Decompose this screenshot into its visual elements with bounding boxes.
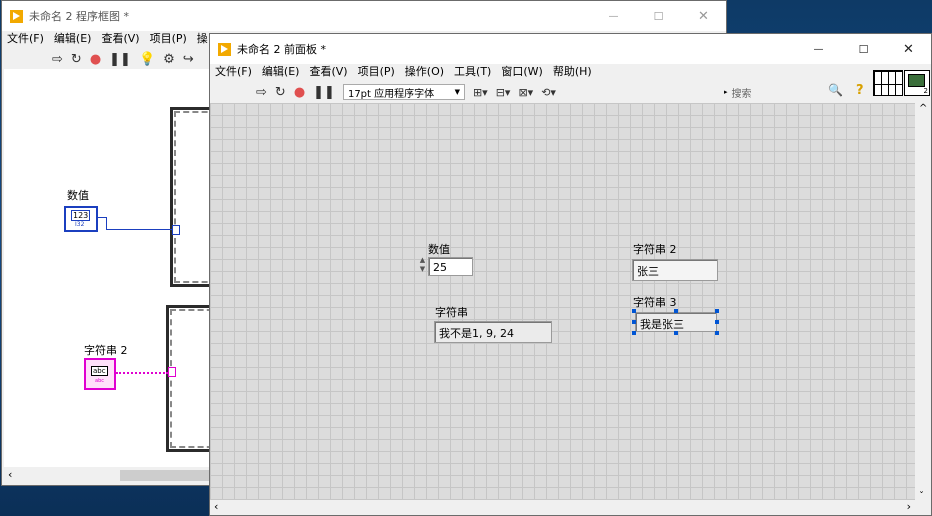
- maximize-button[interactable]: ☐: [636, 1, 681, 31]
- menu-window[interactable]: 窗口(W): [496, 63, 547, 79]
- selection-handle[interactable]: [715, 331, 719, 335]
- selection-handle[interactable]: [715, 320, 719, 324]
- scroll-up-arrow-icon[interactable]: ^: [919, 103, 927, 114]
- numeric-tunnel[interactable]: [172, 225, 180, 235]
- vi-icon-graphic: [908, 74, 925, 87]
- minimize-button[interactable]: —: [796, 34, 841, 64]
- search-placeholder: 搜索: [731, 88, 752, 100]
- menu-file[interactable]: 文件(F): [210, 63, 257, 79]
- string-terminal-type: abc: [95, 378, 104, 384]
- front-panel-window: 未命名 2 前面板 * — ☐ ✕ 文件(F) 编辑(E) 查看(V) 项目(P…: [209, 33, 932, 516]
- resize-objects-icon[interactable]: ⊠▾: [518, 86, 533, 99]
- highlight-execution-icon[interactable]: 💡: [139, 52, 155, 67]
- menu-project[interactable]: 项目(P): [145, 30, 192, 46]
- search-icon[interactable]: 🔍: [828, 83, 843, 97]
- run-arrow-icon[interactable]: ⇨: [52, 52, 63, 67]
- string2-control[interactable]: 张三: [632, 259, 718, 281]
- numeric-wire: [106, 217, 107, 229]
- numeric-control-label: 数值: [428, 243, 450, 256]
- numeric-wire: [98, 217, 106, 218]
- scroll-left-arrow-icon[interactable]: ‹: [8, 468, 12, 481]
- block-diagram-titlebar[interactable]: 未命名 2 程序框图 * — ☐ ✕: [2, 1, 726, 31]
- reorder-icon[interactable]: ⟲▾: [541, 86, 556, 99]
- string-tunnel[interactable]: [168, 367, 176, 377]
- retain-wire-values-icon[interactable]: ⚙: [163, 52, 175, 67]
- labview-logo-icon: [10, 9, 23, 23]
- search-box[interactable]: ▸ 搜索: [724, 84, 844, 100]
- block-window-controls: — ☐ ✕: [591, 1, 726, 31]
- menu-view[interactable]: 查看(V): [304, 63, 352, 79]
- front-panel-canvas[interactable]: 数值 ▲ ▼ 25 字符串 我不是1, 9, 24 字符串 2 张三 字符串 3 …: [210, 103, 915, 500]
- menu-tools[interactable]: 工具(T): [449, 63, 496, 79]
- numeric-increment-decrement[interactable]: ▲ ▼: [418, 256, 427, 276]
- string3-indicator[interactable]: 我是张三: [635, 312, 717, 332]
- vi-icon[interactable]: 2: [904, 70, 930, 96]
- labview-logo-icon: [218, 42, 231, 56]
- font-selector[interactable]: 17pt 应用程序字体 ▼: [342, 84, 465, 100]
- scroll-down-arrow-icon[interactable]: ˇ: [919, 491, 924, 502]
- front-vertical-scrollbar[interactable]: ^ ˇ: [915, 103, 931, 502]
- string-wire: [116, 372, 168, 374]
- close-button[interactable]: ✕: [681, 1, 726, 31]
- menu-edit[interactable]: 编辑(E): [257, 63, 305, 79]
- vi-icon-number: 2: [923, 87, 928, 95]
- block-diagram-title: 未命名 2 程序框图 *: [29, 10, 129, 23]
- menu-help[interactable]: 帮助(H): [548, 63, 597, 79]
- string-indicator-label: 字符串: [435, 306, 468, 319]
- numeric-terminal-type: I32: [75, 221, 85, 228]
- scroll-right-arrow-icon[interactable]: ›: [907, 500, 911, 513]
- string2-control-label: 字符串 2: [633, 243, 677, 256]
- pause-icon[interactable]: ❚❚: [313, 85, 335, 100]
- step-into-icon[interactable]: ↪: [183, 52, 194, 67]
- selection-handle[interactable]: [715, 309, 719, 313]
- abort-icon[interactable]: ●: [90, 52, 101, 67]
- string-indicator[interactable]: 我不是1, 9, 24: [434, 321, 552, 343]
- search-expand-icon: ▸: [724, 88, 728, 96]
- front-menubar: 文件(F) 编辑(E) 查看(V) 项目(P) 操作(O) 工具(T) 窗口(W…: [210, 62, 931, 80]
- pause-icon[interactable]: ❚❚: [109, 52, 131, 67]
- selection-handle[interactable]: [632, 331, 636, 335]
- align-objects-icon[interactable]: ⊞▾: [473, 86, 488, 99]
- front-toolbar: ⇨ ↻ ● ❚❚ 17pt 应用程序字体 ▼ ⊞▾ ⊟▾ ⊠▾ ⟲▾ ▸ 搜索 …: [210, 81, 931, 103]
- run-continuously-icon[interactable]: ↻: [71, 52, 82, 67]
- distribute-objects-icon[interactable]: ⊟▾: [496, 86, 511, 99]
- close-button[interactable]: ✕: [886, 34, 931, 64]
- font-selector-value: 17pt 应用程序字体: [347, 88, 435, 100]
- scroll-left-arrow-icon[interactable]: ‹: [214, 500, 218, 513]
- menu-view[interactable]: 查看(V): [96, 30, 144, 46]
- menu-operate[interactable]: 操作(O): [400, 63, 449, 79]
- minimize-button[interactable]: —: [591, 1, 636, 31]
- menu-file[interactable]: 文件(F): [2, 30, 49, 46]
- selection-handle[interactable]: [674, 331, 678, 335]
- maximize-button[interactable]: ☐: [841, 34, 886, 64]
- front-window-controls: — ☐ ✕: [796, 34, 931, 64]
- numeric-terminal[interactable]: 123 I32: [64, 206, 98, 232]
- dropdown-arrow-icon: ▼: [454, 88, 460, 96]
- selection-handle[interactable]: [632, 320, 636, 324]
- selection-handle[interactable]: [674, 309, 678, 313]
- front-horizontal-scrollbar[interactable]: ‹ ›: [210, 500, 915, 515]
- menu-edit[interactable]: 编辑(E): [49, 30, 97, 46]
- string-terminal-label: 字符串 2: [84, 344, 128, 357]
- string-terminal[interactable]: abc abc: [84, 358, 116, 390]
- front-panel-title: 未命名 2 前面板 *: [237, 43, 326, 56]
- numeric-wire: [106, 229, 172, 230]
- string-terminal-text: abc: [91, 366, 108, 376]
- abort-icon[interactable]: ●: [294, 85, 305, 100]
- menu-project[interactable]: 项目(P): [353, 63, 400, 79]
- numeric-terminal-text: 123: [71, 210, 91, 221]
- help-icon[interactable]: ?: [856, 83, 864, 98]
- connector-pane[interactable]: [873, 70, 903, 96]
- run-arrow-icon[interactable]: ⇨: [256, 85, 267, 100]
- scroll-thumb[interactable]: [120, 470, 212, 481]
- front-panel-titlebar[interactable]: 未命名 2 前面板 * — ☐ ✕: [210, 34, 931, 64]
- numeric-terminal-label: 数值: [67, 189, 89, 202]
- string3-indicator-label: 字符串 3: [633, 296, 677, 309]
- numeric-control[interactable]: 25: [428, 257, 473, 276]
- selection-handle[interactable]: [632, 309, 636, 313]
- run-continuously-icon[interactable]: ↻: [275, 85, 286, 100]
